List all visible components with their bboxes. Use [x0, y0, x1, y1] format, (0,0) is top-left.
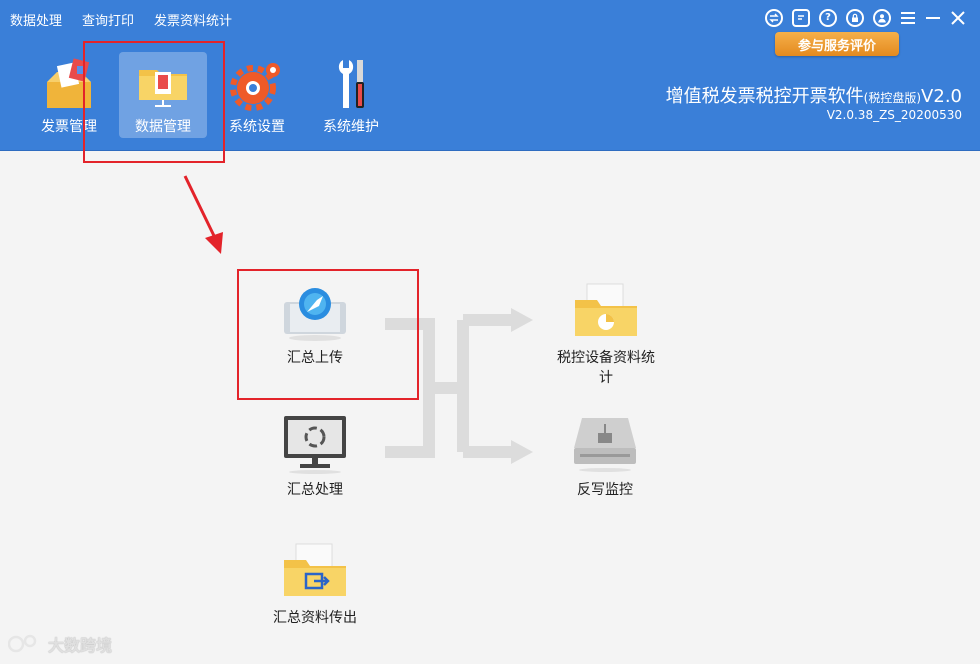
- toolbar-label: 系统维护: [323, 119, 379, 135]
- minimize-icon[interactable]: [925, 9, 941, 27]
- menu-item-invoice-stats[interactable]: 发票资料统计: [154, 10, 232, 29]
- device-stats-item[interactable]: 税控设备资料统计: [551, 282, 661, 388]
- flow-connector: [385, 308, 533, 464]
- close-icon[interactable]: [950, 9, 966, 27]
- toolbar-system-settings[interactable]: 系统设置: [213, 52, 301, 138]
- toolbar-invoice-management[interactable]: 发票管理: [25, 52, 113, 138]
- app-title: 增值税发票税控开票软件(税控盘版)V2.0: [666, 82, 962, 108]
- monitor-refresh-icon: [284, 416, 346, 474]
- toolbar-label: 系统设置: [229, 119, 285, 135]
- annotation-arrow: [183, 175, 223, 254]
- help-icon[interactable]: ?: [819, 9, 837, 27]
- app-version: V2.0.38_ZS_20200530: [826, 108, 962, 122]
- folder-export-icon: [284, 543, 346, 596]
- watermark: 大数跨境: [8, 632, 112, 656]
- top-menu: 数据处理 查询打印 发票资料统计: [10, 10, 232, 29]
- summary-export-item[interactable]: 汇总资料传出: [262, 542, 368, 628]
- toolbar-label: 发票管理: [41, 119, 97, 135]
- summary-export-label: 汇总资料传出: [273, 610, 357, 626]
- watermark-text: 大数跨境: [48, 636, 113, 655]
- window-controls: ?: [765, 9, 966, 27]
- toolbar-system-maintenance[interactable]: 系统维护: [307, 52, 395, 138]
- service-evaluation-button[interactable]: 参与服务评价: [775, 32, 899, 56]
- menu-icon[interactable]: [900, 9, 916, 27]
- app-title-main: 增值税发票税控开票软件: [665, 86, 864, 107]
- user-icon[interactable]: [873, 9, 891, 27]
- folder-chart-icon: [575, 283, 637, 336]
- writeback-monitor-label: 反写监控: [577, 482, 633, 498]
- switch-icon[interactable]: [765, 9, 783, 27]
- invoice-box-icon: [47, 58, 91, 108]
- lock-icon[interactable]: [846, 9, 864, 27]
- watermark-logo-icon: [8, 634, 37, 653]
- summary-upload-item[interactable]: 汇总上传: [280, 282, 350, 368]
- app-title-version-suffix: V2.0: [921, 86, 962, 107]
- summary-process-label: 汇总处理: [287, 482, 343, 498]
- device-stats-label: 税控设备资料统计: [557, 350, 655, 386]
- menu-item-data-processing[interactable]: 数据处理: [10, 10, 62, 29]
- tools-icon: [338, 60, 364, 108]
- writeback-monitor-item[interactable]: 反写监控: [570, 414, 640, 500]
- app-title-edition: (税控盘版): [863, 91, 922, 105]
- toolbar-data-management[interactable]: 数据管理: [119, 52, 207, 138]
- disk-drive-icon: [574, 418, 636, 472]
- app-header: 数据处理 查询打印 发票资料统计 ? 参与服务评价 发票管理 数据管理 系统设置…: [0, 0, 980, 151]
- toolbar-label: 数据管理: [135, 119, 191, 135]
- summary-upload-label: 汇总上传: [287, 350, 343, 366]
- data-folder-icon: [139, 70, 187, 107]
- summary-process-item[interactable]: 汇总处理: [280, 414, 350, 500]
- menu-item-query-print[interactable]: 查询打印: [82, 10, 134, 29]
- upload-compass-icon: [284, 288, 346, 341]
- gear-icon: [230, 63, 280, 111]
- feedback-icon[interactable]: [792, 9, 810, 27]
- main-toolbar: 发票管理 数据管理 系统设置 系统维护: [25, 52, 401, 138]
